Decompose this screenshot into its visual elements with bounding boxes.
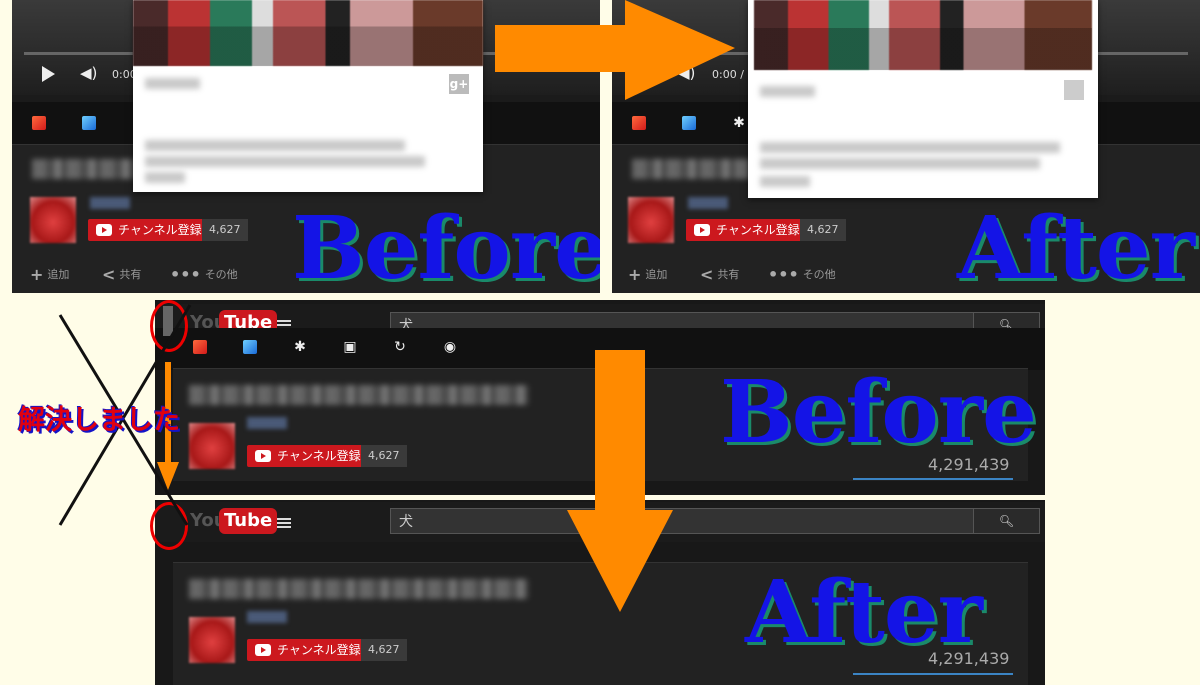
blue-extension-icon[interactable] [682, 116, 696, 130]
subscribe-button[interactable]: チャンネル登録 [686, 219, 808, 241]
more-icon: ••• [768, 265, 799, 284]
thumbnail-shade [754, 0, 1092, 70]
plus-icon: + [30, 265, 44, 284]
youtube-icon [255, 450, 271, 462]
popup-text-line [145, 156, 425, 167]
play-icon[interactable] [42, 66, 55, 82]
subscribe-label: チャンネル登録 [716, 223, 800, 237]
gplus-icon[interactable] [1064, 80, 1084, 100]
resolved-label: 解決しました [18, 405, 180, 436]
popup-text-line [760, 158, 1040, 169]
red-extension-icon[interactable] [32, 116, 46, 130]
red-extension-icon[interactable] [193, 340, 207, 354]
popup-text-line [145, 140, 405, 151]
more-button[interactable]: ••• その他 [768, 265, 836, 284]
share-icon: < [700, 265, 714, 284]
share-button[interactable]: < 共有 [700, 265, 739, 284]
channel-name[interactable] [90, 197, 130, 209]
channel-name[interactable] [688, 197, 728, 209]
gear-icon[interactable]: ✱ [732, 116, 746, 130]
share-icon: < [102, 265, 116, 284]
subscribe-label: チャンネル登録 [118, 223, 202, 237]
gear-icon[interactable]: ✱ [293, 340, 307, 354]
like-bar [853, 478, 1013, 480]
before-label-top: Before [292, 198, 600, 293]
volume-icon[interactable]: ◀) [80, 64, 98, 82]
avatar[interactable] [189, 423, 235, 469]
popup-name [760, 86, 815, 97]
avatar[interactable] [30, 197, 76, 243]
camera-icon[interactable]: ◉ [443, 340, 457, 354]
popup-body [133, 102, 483, 192]
more-icon: ••• [170, 265, 201, 284]
add-button[interactable]: + 追加 [628, 265, 667, 284]
avatar[interactable] [628, 197, 674, 243]
subscriber-count: 4,627 [800, 219, 846, 241]
hamburger-icon[interactable] [277, 320, 291, 322]
video-title [189, 385, 529, 405]
like-bar [853, 673, 1013, 675]
hamburger-icon[interactable] [277, 518, 291, 520]
popup-text-line [760, 142, 1060, 153]
hover-card-popup [748, 0, 1098, 198]
screen-icon[interactable]: ▣ [343, 340, 357, 354]
red-extension-icon[interactable] [632, 116, 646, 130]
search-icon: 🔍︎ [998, 514, 1015, 528]
after-label-bottom: After [745, 562, 983, 663]
youtube-icon [694, 224, 710, 236]
youtube-icon [96, 224, 112, 236]
share-button[interactable]: < 共有 [102, 265, 141, 284]
logo-tube[interactable]: Tube [219, 508, 278, 534]
blue-extension-icon[interactable] [243, 340, 257, 354]
down-arrow-large [567, 350, 673, 612]
channel-name[interactable] [247, 417, 287, 429]
blue-extension-icon[interactable] [82, 116, 96, 130]
youtube-icon [255, 644, 271, 656]
subscribe-button[interactable]: チャンネル登録 [247, 445, 369, 467]
plus-icon: + [628, 265, 642, 284]
subscribe-label: チャンネル登録 [277, 643, 361, 657]
after-label-top: After [957, 198, 1195, 293]
video-title [632, 159, 752, 179]
loop-icon[interactable]: ↻ [393, 340, 407, 354]
subscribe-label: チャンネル登録 [277, 449, 361, 463]
subscriber-count: 4,627 [361, 445, 407, 467]
popup-text-line [760, 176, 810, 187]
hover-card-popup: g+ [133, 0, 483, 192]
gplus-icon[interactable]: g+ [449, 74, 469, 94]
add-button[interactable]: + 追加 [30, 265, 69, 284]
popup-name [145, 78, 200, 89]
subscribe-button[interactable]: チャンネル登録 [247, 639, 369, 661]
popup-text-line [145, 172, 185, 183]
before-label-bottom: Before [720, 362, 1037, 463]
avatar[interactable] [189, 617, 235, 663]
channel-name[interactable] [247, 611, 287, 623]
subscriber-count: 4,627 [361, 639, 407, 661]
search-input[interactable]: 犬 [390, 508, 975, 534]
right-arrow [495, 0, 735, 100]
subscriber-count: 4,627 [202, 219, 248, 241]
more-button[interactable]: ••• その他 [170, 265, 238, 284]
search-button[interactable]: 🔍︎ [973, 508, 1040, 534]
thumbnail-shade [133, 0, 483, 66]
subscribe-button[interactable]: チャンネル登録 [88, 219, 210, 241]
video-title [189, 579, 529, 599]
